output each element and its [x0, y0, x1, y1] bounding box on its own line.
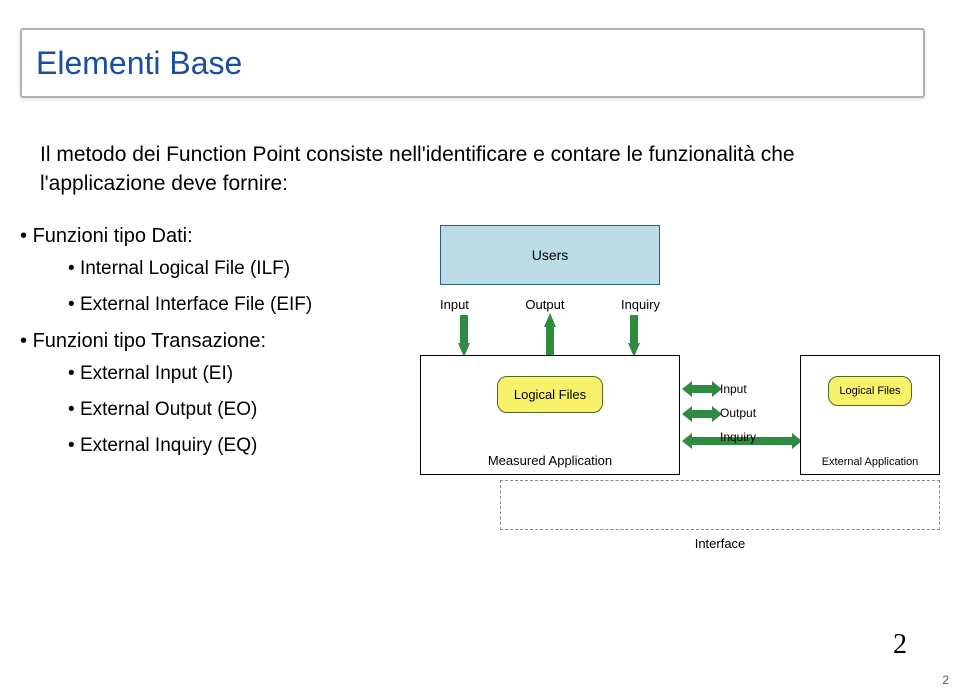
external-application-label: External Application	[801, 456, 939, 468]
h-arrow-input	[692, 385, 712, 393]
measured-application-label: Measured Application	[421, 453, 679, 468]
io-inquiry-label: Inquiry	[621, 297, 660, 312]
interface-box: Interface	[500, 480, 940, 530]
io-output-label: Output	[525, 297, 564, 312]
logical-files-badge-external: Logical Files	[828, 376, 911, 406]
bullet-ei: External Input (EI)	[68, 363, 400, 385]
users-box: Users	[440, 225, 660, 285]
slide-title: Elementi Base	[36, 45, 242, 82]
users-label: Users	[532, 247, 569, 263]
io-input-label: Input	[440, 297, 469, 312]
mid-labels: Input Output Inquiry	[720, 377, 790, 449]
page-number: 2	[893, 629, 907, 661]
bullet-group-2: Funzioni tipo Transazione: External Inpu…	[20, 330, 400, 457]
bullet-group-2-label: Funzioni tipo Transazione:	[33, 330, 266, 352]
external-application-box: Logical Files External Application	[800, 355, 940, 475]
measured-application-box: Logical Files Measured Application	[420, 355, 680, 475]
content-row: Funzioni tipo Dati: Internal Logical Fil…	[20, 225, 940, 565]
bullet-list: Funzioni tipo Dati: Internal Logical Fil…	[20, 225, 400, 471]
corner-number: 2	[942, 673, 949, 687]
intro-paragraph: Il metodo dei Function Point consiste ne…	[40, 140, 920, 199]
mid-inquiry-label: Inquiry	[720, 425, 790, 449]
h-arrow-output	[692, 410, 712, 418]
arrow-input-stem	[460, 315, 468, 343]
mid-input-label: Input	[720, 377, 790, 401]
bullet-eo: External Output (EO)	[68, 399, 400, 421]
mid-output-label: Output	[720, 401, 790, 425]
bullet-group-1: Funzioni tipo Dati: Internal Logical Fil…	[20, 225, 400, 316]
bullet-eif: External Interface File (EIF)	[68, 294, 400, 316]
bullet-group-1-label: Funzioni tipo Dati:	[33, 225, 193, 247]
arrow-output-stem	[546, 325, 554, 355]
function-point-diagram: Users Input Output Inquiry Logical Files…	[400, 225, 940, 565]
slide-title-box: Elementi Base	[20, 28, 925, 98]
bullet-ilf: Internal Logical File (ILF)	[68, 258, 400, 280]
interface-label: Interface	[501, 536, 939, 551]
arrow-inquiry-stem	[630, 315, 638, 343]
logical-files-badge-measured: Logical Files	[497, 376, 603, 413]
arrow-output-head	[544, 313, 556, 327]
io-labels-row: Input Output Inquiry	[440, 297, 660, 312]
bullet-eq: External Inquiry (EQ)	[68, 435, 400, 457]
